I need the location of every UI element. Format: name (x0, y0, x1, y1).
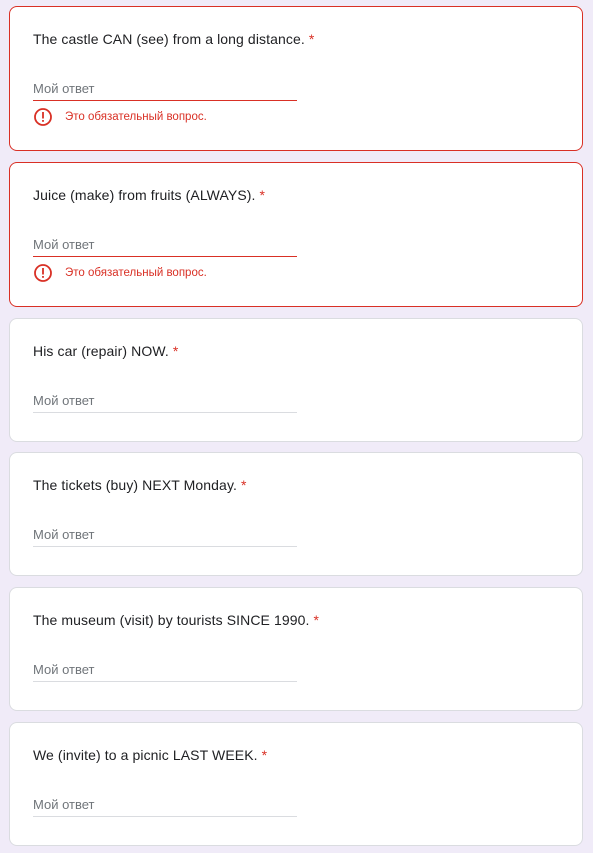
error-text: Это обязательный вопрос. (65, 111, 207, 123)
required-asterisk: * (261, 747, 268, 763)
error-text: Это обязательный вопрос. (65, 267, 207, 279)
question-text: The museum (visit) by tourists SINCE 199… (33, 612, 310, 628)
required-asterisk: * (308, 31, 315, 47)
question-title: The museum (visit) by tourists SINCE 199… (33, 612, 319, 628)
required-asterisk: * (313, 612, 320, 628)
question-card-3: His car (repair) NOW. * (9, 318, 583, 442)
answer-input[interactable] (33, 523, 297, 547)
question-title: The tickets (buy) NEXT Monday. * (33, 477, 247, 493)
answer-input[interactable] (33, 389, 297, 413)
answer-input[interactable] (33, 658, 297, 682)
question-title: His car (repair) NOW. * (33, 343, 178, 359)
question-title: Juice (make) from fruits (ALWAYS). * (33, 187, 265, 203)
question-card-6: We (invite) to a picnic LAST WEEK. * (9, 722, 583, 846)
answer-input[interactable] (33, 793, 297, 817)
answer-input[interactable] (33, 77, 297, 101)
question-card-5: The museum (visit) by tourists SINCE 199… (9, 587, 583, 711)
question-text: The castle CAN (see) from a long distanc… (33, 31, 305, 47)
answer-input[interactable] (33, 233, 297, 257)
required-asterisk: * (172, 343, 179, 359)
error-message: Это обязательный вопрос. (33, 107, 207, 127)
error-message: Это обязательный вопрос. (33, 263, 207, 283)
required-asterisk: * (259, 187, 266, 203)
question-text: We (invite) to a picnic LAST WEEK. (33, 747, 258, 763)
question-card-1: The castle CAN (see) from a long distanc… (9, 6, 583, 151)
question-text: The tickets (buy) NEXT Monday. (33, 477, 237, 493)
question-title: The castle CAN (see) from a long distanc… (33, 31, 314, 47)
required-asterisk: * (241, 477, 247, 493)
error-icon (33, 107, 53, 127)
error-icon (33, 263, 53, 283)
question-card-4: The tickets (buy) NEXT Monday. * (9, 452, 583, 576)
question-title: We (invite) to a picnic LAST WEEK. * (33, 747, 267, 763)
question-text: His car (repair) NOW. (33, 343, 169, 359)
question-card-2: Juice (make) from fruits (ALWAYS).* Это … (9, 162, 583, 307)
question-text: Juice (make) from fruits (ALWAYS). (33, 187, 256, 203)
